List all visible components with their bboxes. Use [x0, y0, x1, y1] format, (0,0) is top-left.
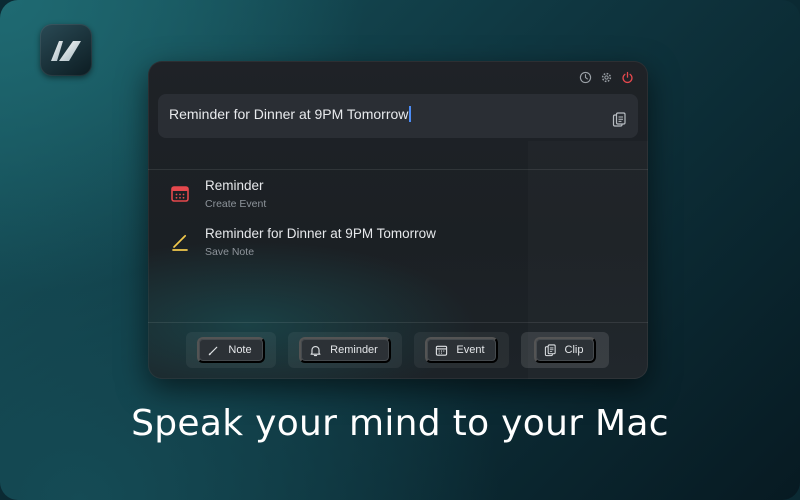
launcher-window: Reminder for Dinner at 9PM Tomorrow Remi…: [148, 61, 648, 379]
gear-icon[interactable]: [600, 71, 613, 84]
note-button-label: Note: [228, 344, 252, 356]
promo-canvas: Reminder for Dinner at 9PM Tomorrow Remi…: [0, 0, 800, 500]
command-input[interactable]: Reminder for Dinner at 9PM Tomorrow: [158, 94, 638, 138]
pencil-icon: [172, 234, 188, 251]
result-subtitle: Create Event: [205, 198, 267, 210]
marketing-tagline: Speak your mind to your Mac: [131, 403, 669, 444]
action-bar: Note Reminder Event Clip: [148, 323, 648, 379]
action-cell-event[interactable]: Event: [414, 332, 509, 368]
event-button-label: Event: [456, 344, 485, 356]
result-subtitle: Save Note: [205, 246, 255, 258]
power-icon[interactable]: [621, 71, 634, 84]
pencil-icon: [209, 346, 218, 355]
results-divider-top: [148, 169, 648, 170]
action-cell-clip[interactable]: Clip: [521, 332, 609, 368]
result-item-save-note[interactable]: Reminder for Dinner at 9PM Tomorrow Save…: [148, 226, 648, 270]
event-button[interactable]: Event: [425, 337, 498, 363]
clipboard-icon: [544, 343, 556, 356]
result-title: Reminder: [205, 178, 264, 193]
titlebar-controls: [579, 71, 634, 84]
result-item-create-event[interactable]: Reminder Create Event: [148, 178, 648, 222]
text-caret: [409, 106, 412, 122]
reminder-button-label: Reminder: [330, 344, 378, 356]
calendar-icon: [171, 186, 189, 202]
clip-button-label: Clip: [564, 344, 584, 356]
bell-icon: [310, 345, 321, 356]
action-cell-reminder[interactable]: Reminder: [288, 332, 402, 368]
clip-button[interactable]: Clip: [533, 337, 597, 363]
action-cell-note[interactable]: Note: [186, 332, 276, 368]
reminder-button[interactable]: Reminder: [299, 337, 391, 363]
app-logo: [40, 24, 92, 76]
history-icon[interactable]: [579, 71, 592, 84]
clipboard-icon[interactable]: [612, 112, 626, 128]
app-logo-icon: [51, 41, 81, 61]
result-title: Reminder for Dinner at 9PM Tomorrow: [205, 226, 436, 241]
calendar-icon: [436, 345, 448, 356]
note-button[interactable]: Note: [197, 337, 265, 363]
command-input-text[interactable]: Reminder for Dinner at 9PM Tomorrow: [169, 106, 412, 122]
